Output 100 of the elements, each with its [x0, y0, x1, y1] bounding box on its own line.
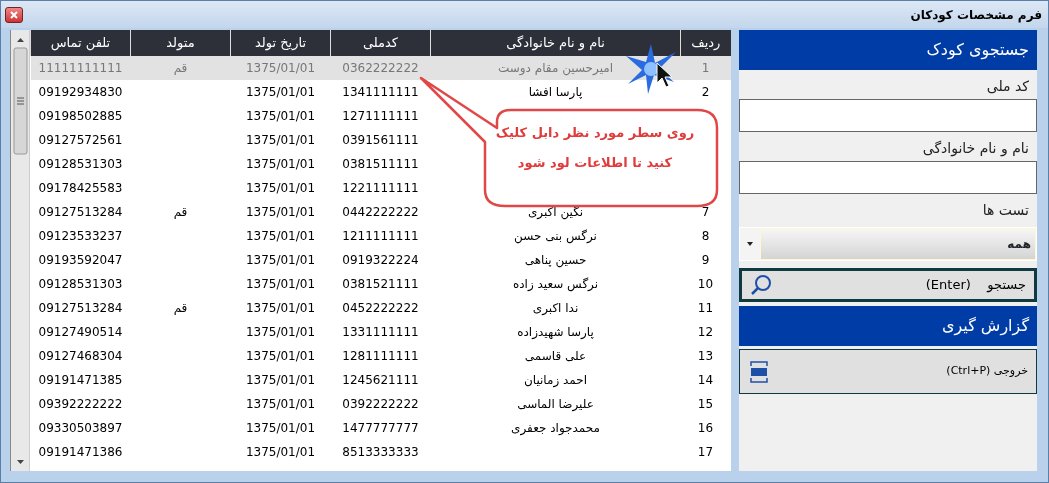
table-cell: 09128531303: [38, 277, 123, 291]
table-cell: 13: [697, 349, 714, 363]
window-title: فرم مشخصات کودکان: [910, 6, 1042, 24]
table-cell: نرگس بنی حسن: [514, 229, 597, 243]
table-cell: 1375/01/01: [245, 85, 316, 99]
table-cell: 8: [701, 229, 710, 243]
table-cell: 12: [697, 325, 714, 339]
table-cell: 1375/01/01: [245, 277, 316, 291]
table-cell: 09127572561: [38, 133, 123, 147]
cursor-icon: [656, 62, 674, 88]
table-cell: 0381511111: [342, 157, 419, 171]
table-cell: 9: [701, 253, 710, 267]
table-cell: 1375/01/01: [245, 157, 316, 171]
table-cell: قم: [173, 301, 188, 315]
table-cell: 14: [697, 373, 714, 387]
table-cell: 09192934830: [38, 85, 123, 99]
table-cell: 1375/01/01: [245, 133, 316, 147]
search-icon: [750, 274, 772, 296]
input-field[interactable]: [739, 161, 1037, 194]
pdf-file-icon: [750, 360, 768, 383]
table-cell: حسین پناهی: [524, 253, 587, 267]
export-button[interactable]: خروجی (Ctrl+P): [739, 349, 1037, 394]
table-cell: 1211111111: [342, 229, 419, 243]
table-cell: 09193592047: [38, 253, 123, 267]
table-cell: 1375/01/01: [245, 421, 316, 435]
table-cell: 1375/01/01: [245, 397, 316, 411]
table-cell: 1271111111: [342, 109, 419, 123]
column-header[interactable]: نام و نام خانوادگی: [430, 30, 681, 56]
field-label: نام و نام خانوادگی: [921, 139, 1030, 159]
table-cell: 8513333333: [342, 445, 419, 459]
caret-icon: [747, 242, 753, 246]
table-cell: پارسا افشا: [528, 85, 583, 99]
table-cell: 1281111111: [342, 349, 419, 363]
table-cell: 0381521111: [342, 277, 419, 291]
table-cell: 09127513284: [38, 301, 123, 315]
table-cell: 1341111111: [342, 85, 419, 99]
table-cell: 1331111111: [342, 325, 419, 339]
column-header[interactable]: متولد: [130, 30, 231, 56]
table-cell: امیرحسین مقام دوست: [497, 61, 614, 75]
input-field[interactable]: [739, 99, 1037, 132]
table-cell: 09392222222: [38, 397, 123, 411]
table-cell: 1221111111: [342, 181, 419, 195]
search-button[interactable]: جستجو (Enter): [739, 268, 1037, 302]
table-cell: 1: [701, 61, 710, 75]
table-cell: 09123533237: [38, 229, 123, 243]
table-cell: علی قاسمی: [524, 349, 587, 363]
table-cell: 1375/01/01: [245, 229, 316, 243]
table-cell: پارسا شهیدزاده: [517, 325, 594, 339]
table-cell: 16: [697, 421, 714, 435]
table-cell: 09191471386: [38, 445, 123, 459]
table-cell: 0391561111: [342, 133, 419, 147]
table-cell: 11: [697, 301, 714, 315]
panel-header: گزارش گیری: [739, 306, 1037, 346]
column-header[interactable]: تاریخ تولد: [230, 30, 331, 56]
panel-header: جستجوی کودک: [739, 30, 1037, 70]
table-cell: ندا اکبری: [532, 301, 579, 315]
field-label: تست ها: [981, 201, 1030, 220]
table-cell: 1477777777: [342, 421, 419, 435]
table-cell: علیرضا الماسی: [517, 397, 594, 411]
table-cell: 15: [697, 397, 714, 411]
table-cell: 09191471385: [38, 373, 123, 387]
close-button[interactable]: [5, 6, 23, 23]
scrollbar[interactable]: [11, 30, 30, 471]
callout-text: روی سطر مورد نظر دابل کلیک کنید تا اطلاعات لود شود: [494, 124, 696, 172]
table-cell: قم: [173, 205, 188, 219]
column-header[interactable]: کدملی: [330, 30, 431, 56]
table-cell: 10: [697, 277, 714, 291]
table-cell: 1375/01/01: [245, 325, 316, 339]
table-cell: 1375/01/01: [245, 61, 316, 75]
table-cell: 2: [701, 85, 710, 99]
table-cell: 0392222222: [342, 397, 419, 411]
table-cell: 11111111111: [38, 61, 123, 75]
table-cell: 0442222222: [342, 205, 419, 219]
table-cell: 09330503897: [38, 421, 123, 435]
dropdown-field[interactable]: همه: [760, 228, 1036, 260]
table-cell: احمد زمانیان: [523, 373, 588, 387]
table-cell: 1375/01/01: [245, 109, 316, 123]
column-header[interactable]: ردیف: [680, 30, 731, 56]
table-cell: 1245621111: [342, 373, 419, 387]
table-cell: 0452222222: [342, 301, 419, 315]
column-header[interactable]: تلفن تماس: [30, 30, 131, 56]
close-icon: [9, 9, 19, 20]
table-cell: 1375/01/01: [245, 349, 316, 363]
table-cell: قم: [173, 61, 188, 75]
table-cell: محمدجواد جعفری: [511, 421, 600, 435]
table-cell: 09127468304: [38, 349, 123, 363]
table-cell: 09127513284: [38, 205, 123, 219]
table-cell: 1375/01/01: [245, 373, 316, 387]
table-cell: 09178425583: [38, 181, 123, 195]
table-cell: 1375/01/01: [245, 181, 316, 195]
table-cell: نرگس سعید زاده: [512, 277, 599, 291]
table-cell: 1375/01/01: [245, 301, 316, 315]
table-cell: 09198502885: [38, 109, 123, 123]
table-cell: 7: [701, 205, 710, 219]
table-cell: 0919322224: [342, 253, 419, 267]
table-cell: 0362222222: [342, 61, 419, 75]
table-cell: 1375/01/01: [245, 253, 316, 267]
table-cell: 1375/01/01: [245, 445, 316, 459]
table-cell: 09128531303: [38, 157, 123, 171]
field-label: کد ملی: [985, 77, 1030, 96]
